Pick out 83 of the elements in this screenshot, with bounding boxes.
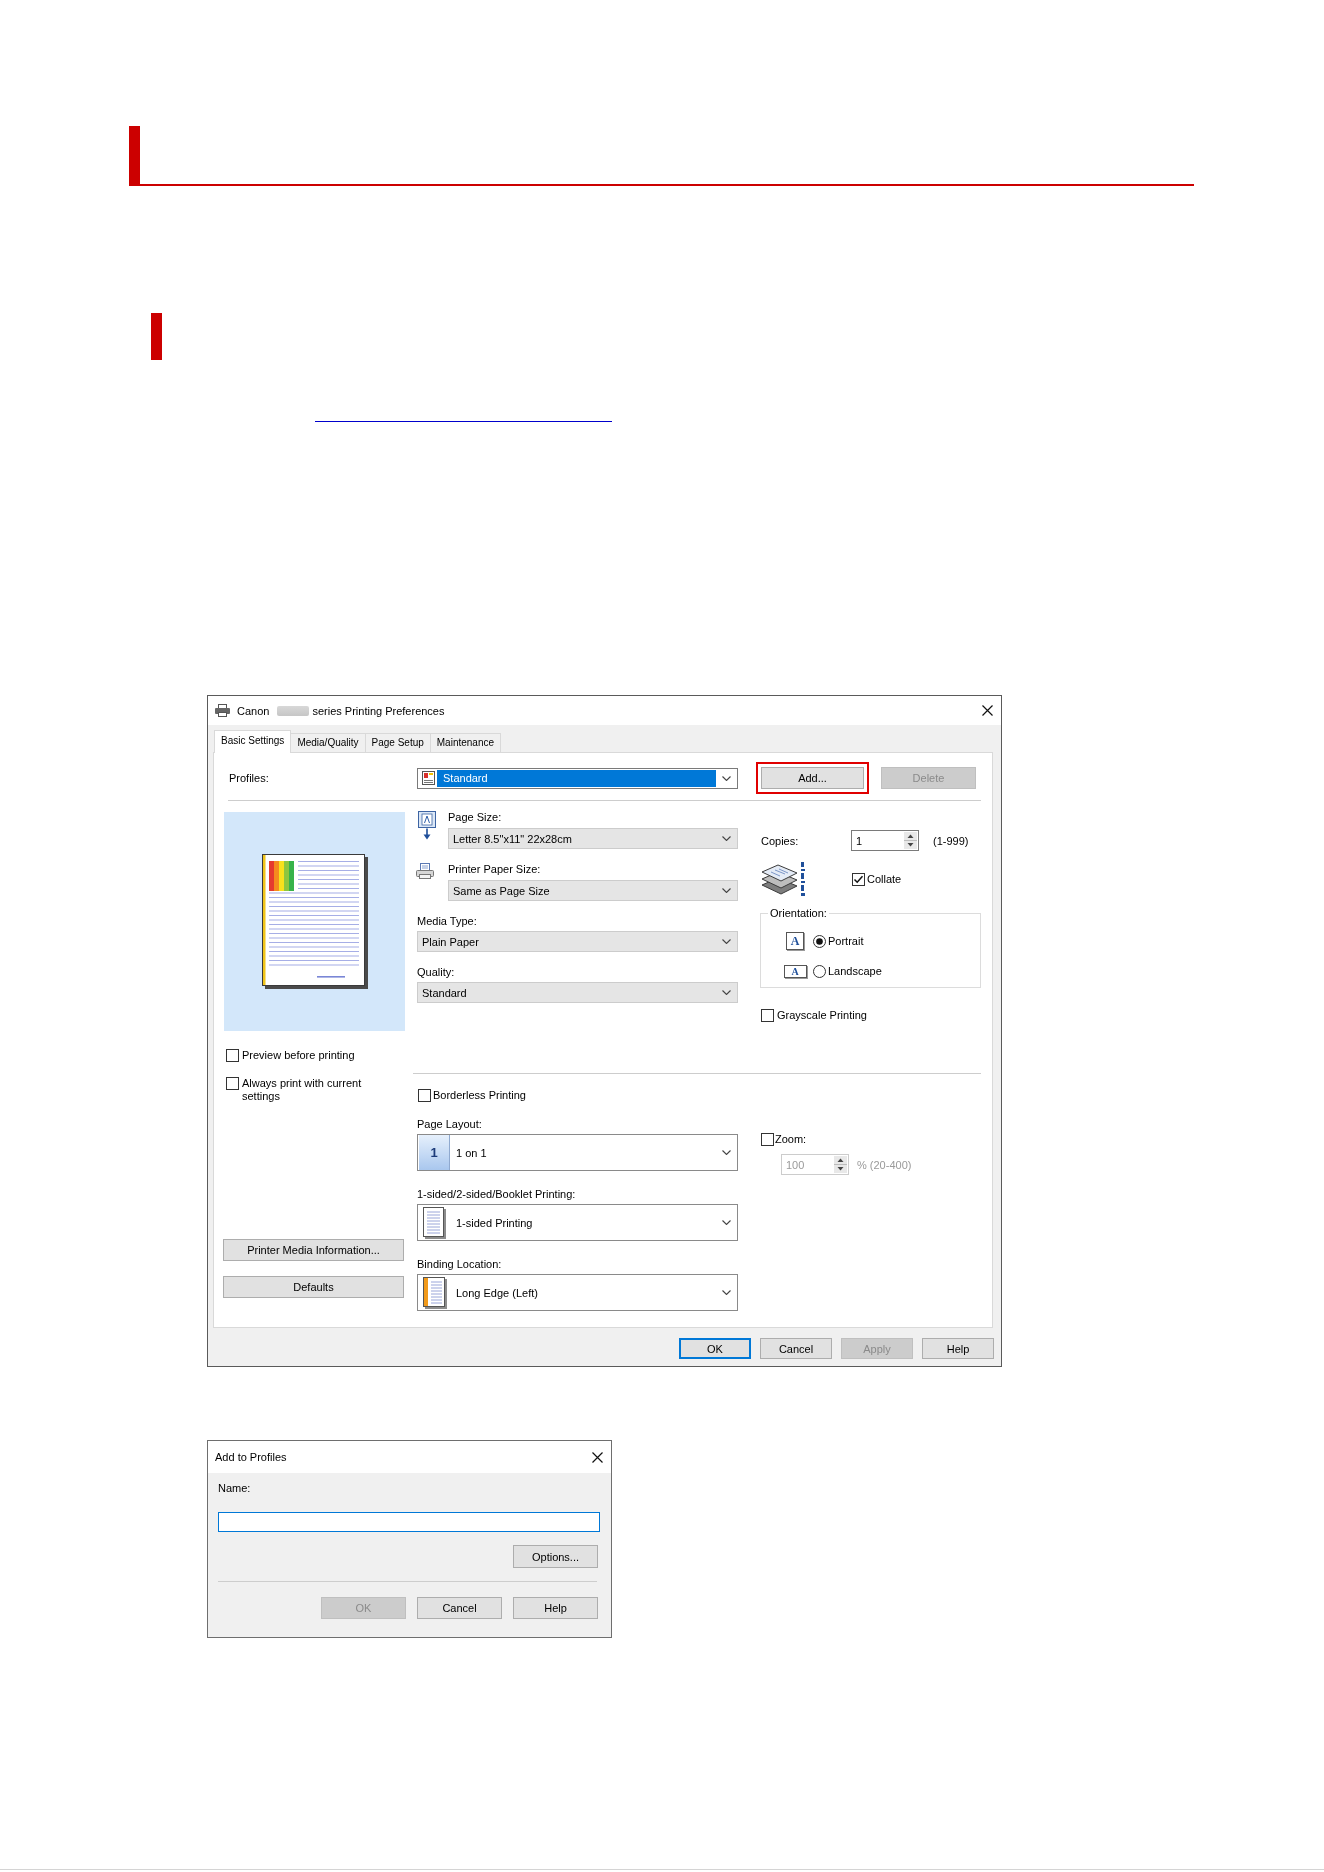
dropdown[interactable]: 1 1 on 1: [417, 1134, 738, 1171]
radio-button[interactable]: [813, 964, 826, 978]
window-title: Add to Profiles: [215, 1450, 287, 1464]
chevron-down-icon: [722, 888, 731, 893]
field-label: Profiles:: [229, 771, 270, 785]
dropdown-value: Standard: [422, 985, 468, 1000]
radio-label: Portrait: [828, 934, 864, 948]
tab[interactable]: Basic Settings: [214, 730, 292, 753]
chevron-down-icon: [722, 1220, 731, 1225]
dropdown[interactable]: Long Edge (Left): [417, 1274, 738, 1311]
tab[interactable]: Maintenance: [429, 733, 502, 752]
dropdown-value: Same as Page Size: [453, 883, 551, 898]
close-icon[interactable]: [982, 705, 993, 716]
window-title: series Printing Preferences: [312, 703, 445, 718]
field-label: Page Layout:: [417, 1118, 482, 1130]
page-arrow-icon: [417, 811, 437, 840]
spinner-arrows-icon[interactable]: [904, 832, 917, 849]
checkbox[interactable]: [418, 1088, 431, 1102]
group-label: Orientation:: [769, 906, 828, 920]
cancel-button[interactable]: Cancel: [417, 1597, 502, 1619]
chevron-down-icon: [722, 1290, 731, 1295]
checkbox-label: Collate: [867, 872, 902, 886]
chevron-down-icon: [722, 939, 731, 944]
help-button[interactable]: Help: [513, 1597, 598, 1619]
add-button[interactable]: Add...: [761, 767, 864, 789]
dropdown[interactable]: Same as Page Size: [448, 880, 738, 901]
dropdown-value: 1-sided Printing: [456, 1215, 534, 1230]
cancel-button[interactable]: Cancel: [760, 1338, 832, 1359]
name-field[interactable]: [218, 1512, 600, 1532]
dropdown[interactable]: Plain Paper: [417, 931, 738, 952]
radio-label: Landscape: [828, 964, 882, 978]
landscape-page-icon: A: [783, 964, 807, 978]
range-hint: % (20-400): [857, 1157, 912, 1172]
field-label: Media Type:: [417, 914, 478, 928]
lined-page-icon: [423, 1206, 446, 1239]
blurred-patch: [277, 705, 310, 716]
dropdown-value: Letter 8.5"x11" 22x28cm: [453, 831, 573, 846]
help-button[interactable]: Help: [922, 1338, 994, 1359]
field-label: Binding Location:: [417, 1258, 502, 1270]
checkbox[interactable]: [761, 1008, 774, 1022]
dropdown-value: Long Edge (Left): [456, 1285, 539, 1300]
dropdown[interactable]: Standard: [417, 982, 738, 1003]
dropdown-value: 1 on 1: [456, 1145, 488, 1160]
radio-button[interactable]: [813, 934, 826, 948]
checkbox[interactable]: [226, 1077, 239, 1090]
dropdown[interactable]: Letter 8.5"x11" 22x28cm: [448, 828, 738, 849]
chevron-down-icon: [722, 990, 731, 995]
field-label: Printer Paper Size:: [448, 862, 542, 876]
field-label: 1-sided/2-sided/Booklet Printing:: [417, 1188, 576, 1200]
checkbox-label: Preview before printing: [242, 1048, 355, 1062]
heading-accent-bar: [151, 313, 162, 360]
checkbox-label: Always print with current settings: [242, 1077, 363, 1103]
printer-icon: [215, 704, 230, 717]
field-label: Quality:: [417, 965, 456, 979]
chevron-down-icon: [722, 836, 731, 841]
options-button[interactable]: Options...: [513, 1545, 598, 1568]
document-icon: [422, 771, 435, 785]
window-title: Canon: [237, 703, 270, 718]
field-label: Copies:: [761, 833, 800, 848]
checkbox[interactable]: [226, 1048, 239, 1062]
ok-button[interactable]: OK: [679, 1338, 751, 1359]
number-tile-icon: 1: [419, 1135, 450, 1170]
checkbox-label: Zoom:: [775, 1132, 807, 1146]
bound-page-icon: [422, 1276, 447, 1309]
checkbox-label: Borderless Printing: [433, 1088, 526, 1102]
checkbox-label: Grayscale Printing: [777, 1008, 867, 1022]
printer-icon: [416, 863, 434, 879]
field-label: Name:: [218, 1481, 251, 1495]
range-hint: (1-999): [933, 833, 969, 848]
paper-stack-icon: [761, 861, 807, 897]
selected-value: Standard: [437, 769, 716, 787]
profile-dropdown[interactable]: Standard: [417, 767, 738, 789]
dropdown-value: Plain Paper: [422, 934, 480, 949]
media-info-button[interactable]: Printer Media Information...: [223, 1239, 404, 1261]
chevron-down-icon: [722, 775, 731, 781]
dropdown[interactable]: 1-sided Printing: [417, 1204, 738, 1241]
portrait-page-icon: A: [786, 932, 804, 950]
defaults-button[interactable]: Defaults: [223, 1276, 404, 1298]
chevron-down-icon: [722, 1150, 731, 1155]
field-label: Page Size:: [448, 810, 503, 824]
number-field[interactable]: 1: [851, 830, 919, 851]
checkbox[interactable]: [852, 872, 865, 886]
close-icon[interactable]: [592, 1451, 603, 1463]
